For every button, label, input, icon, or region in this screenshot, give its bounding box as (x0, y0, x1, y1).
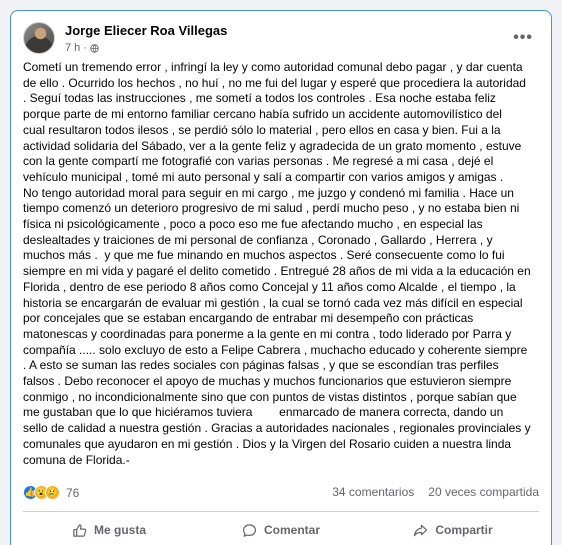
post-body-line: comunales que ayudaron en mi gestión . D… (23, 436, 512, 451)
like-button[interactable]: Me gusta (23, 516, 195, 544)
post-body-line: conmigo , no incondicionalmente sino que… (23, 389, 517, 404)
post-body-line: por concejales que se estaban encargando… (23, 311, 474, 326)
comment-button[interactable]: Comentar (195, 516, 367, 544)
reactions-summary[interactable]: 👍 😮 😢 76 (23, 485, 79, 500)
meta-separator: · (83, 42, 87, 54)
post-header: Jorge Eliecer Roa Villegas 7 h · ••• (23, 21, 539, 63)
share-label: Compartir (435, 523, 493, 537)
like-label: Me gusta (93, 523, 146, 537)
post-body-line: cual resultaron todos ilesos , se perdió… (23, 122, 501, 137)
comment-label: Comentar (263, 523, 320, 537)
post-body-line: matonescas y coordinadas para ponerme a … (23, 326, 512, 341)
more-options-icon[interactable]: ••• (513, 29, 533, 47)
post-body-line: tiempo comenzó un deterioro progresivo d… (23, 201, 520, 216)
divider (23, 511, 539, 512)
post-body-line: de ello . Ocurrido los hechos , no huí ,… (23, 75, 526, 90)
shares-count-link[interactable]: 20 veces compartida (428, 485, 539, 499)
comments-count-link[interactable]: 34 comentarios (332, 485, 414, 499)
post-time[interactable]: 7 h (65, 42, 80, 54)
post-body: Cometí un tremendo error , infringí la l… (23, 60, 543, 468)
thumbs-up-icon (73, 523, 87, 537)
post-stats: 👍 😮 😢 76 34 comentarios 20 veces compart… (23, 485, 539, 503)
avatar[interactable] (23, 22, 55, 54)
action-bar: Me gusta Comentar Compartir (23, 516, 539, 544)
post-body-line: porque parte de mi entorno familiar cerc… (23, 107, 502, 122)
share-arrow-icon (414, 524, 428, 536)
share-button[interactable]: Compartir (367, 516, 539, 544)
post-meta: 7 h · (65, 42, 99, 54)
post-body-line: Florida , dentro de ese periodo 8 años c… (23, 279, 516, 294)
sad-reaction-icon: 😢 (45, 485, 60, 500)
post-body-line: falsos . Debo reconocer el apoyo de much… (23, 374, 512, 389)
post-body-line: Cometí un tremendo error , infringí la l… (23, 60, 523, 74)
comment-bubble-icon (242, 523, 256, 537)
post-body-line: física ni psicológicamente , poco a poco… (23, 217, 483, 232)
post-body-line: muchos más . y que me fue minando en muc… (23, 248, 505, 263)
post-body-line: . A esto se suman las redes sociales con… (23, 358, 499, 373)
globe-icon (90, 43, 99, 53)
post-body-line: sello de calidad a nuestra gestión . Gra… (23, 421, 531, 436)
post-body-line: . Seguí todas las instrucciones , me som… (23, 91, 496, 106)
post-body-line: vehículo municipal , tomé mi auto person… (23, 169, 504, 184)
post-body-line: historia se encargarán de evaluar mi ges… (23, 295, 523, 310)
post-body-line: siempre en mi vida y pagaré el delito co… (23, 264, 531, 279)
post-body-line: No tengo autoridad moral para seguir en … (23, 185, 514, 200)
post-body-line: deslealtades y traiciones de mi personal… (23, 232, 493, 247)
post-body-line: comuna de Florida.- (23, 452, 130, 467)
post-body-line: actividad solidaria del Sábado, ver a la… (23, 138, 522, 153)
engagement-counts: 34 comentarios 20 veces compartida (332, 485, 539, 499)
post-card: Jorge Eliecer Roa Villegas 7 h · ••• Com… (10, 10, 552, 545)
post-body-line: con la gente compartí me fotografié con … (23, 154, 494, 169)
post-body-line: me gustaban que lo que hiciéramos tuvier… (23, 405, 504, 420)
post-body-line: compañía ..... solo excluyo de esto a Fe… (23, 342, 528, 357)
reaction-count: 76 (66, 485, 80, 500)
author-name[interactable]: Jorge Eliecer Roa Villegas (65, 23, 227, 38)
